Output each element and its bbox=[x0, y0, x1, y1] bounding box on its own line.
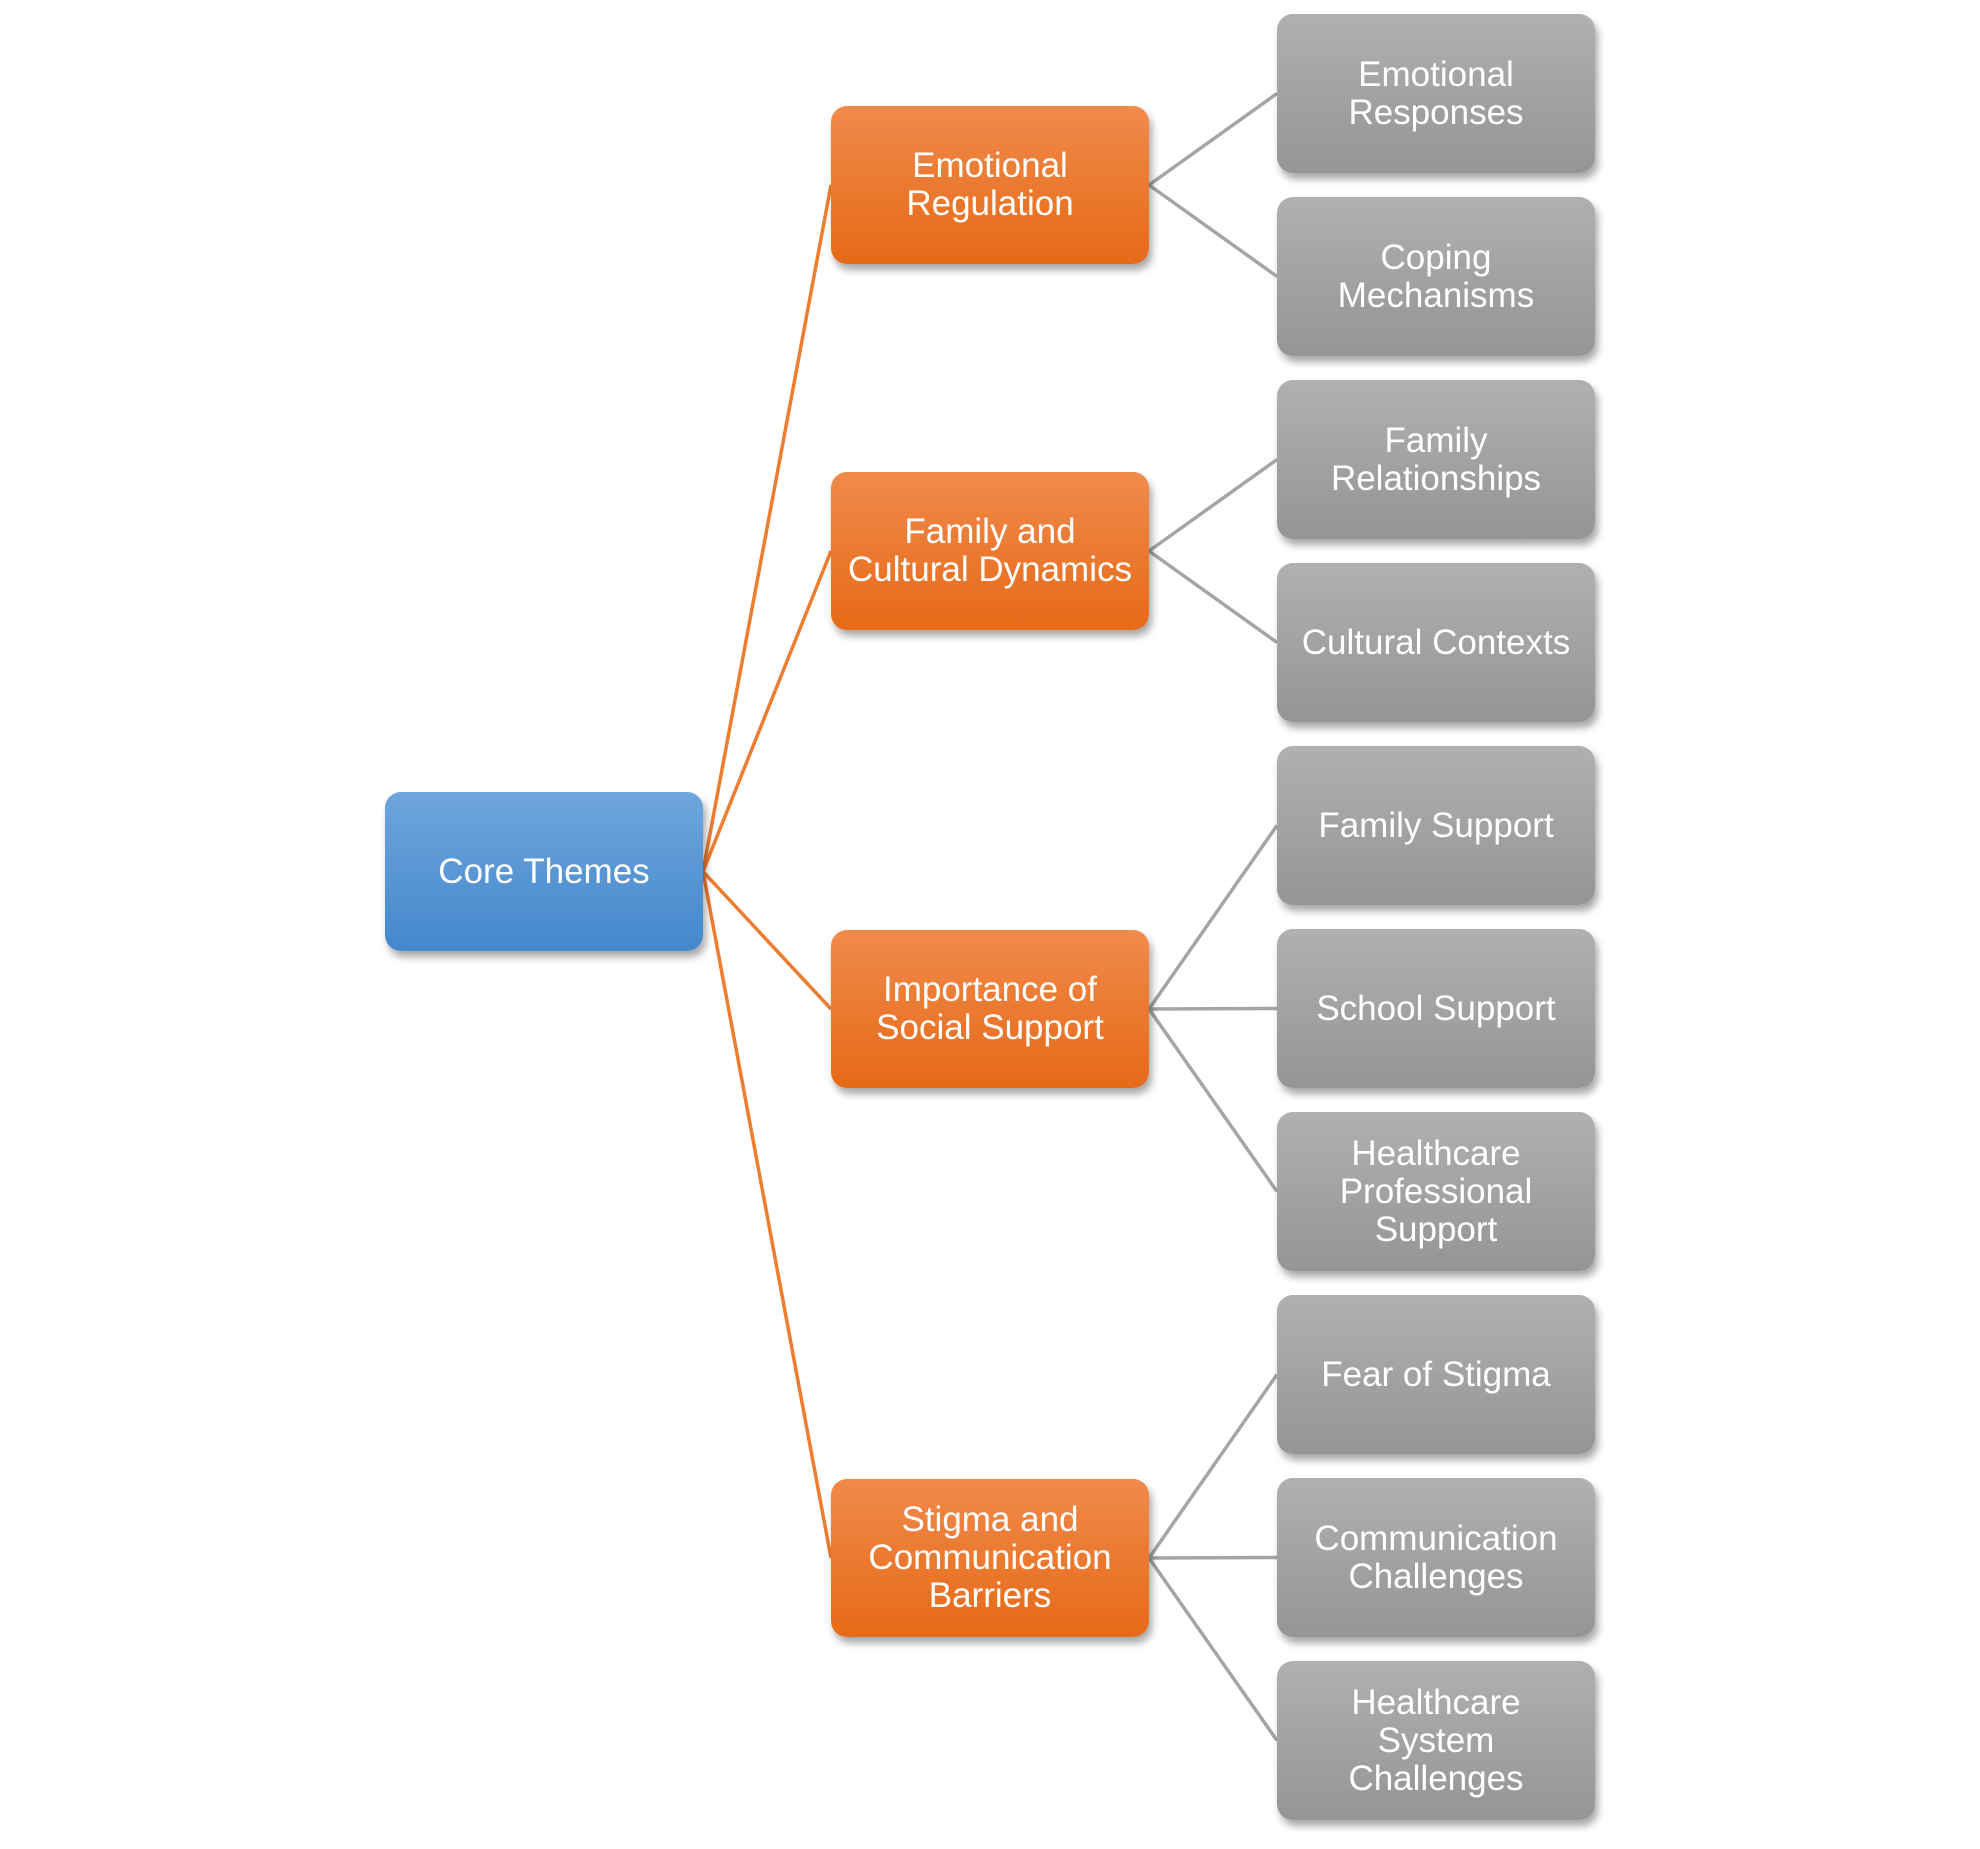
subtheme-node-healthcare-professional-support[interactable]: Healthcare Professional Support bbox=[1277, 1112, 1595, 1271]
subtheme-node-communication-challenges[interactable]: Communication Challenges bbox=[1277, 1478, 1595, 1637]
subtheme-node-label: Healthcare Professional Support bbox=[1339, 1133, 1533, 1249]
root-node-core-themes[interactable]: Core Themes bbox=[385, 792, 703, 951]
subtheme-node-label: Cultural Contexts bbox=[1301, 622, 1571, 662]
connector-theme-to-subtheme bbox=[1147, 183, 1279, 278]
connector-theme-to-subtheme bbox=[1147, 1373, 1279, 1560]
connector-theme-to-subtheme bbox=[1148, 1555, 1278, 1560]
theme-node-label: Importance of Social Support bbox=[876, 970, 1104, 1047]
subtheme-node-school-support[interactable]: School Support bbox=[1277, 929, 1595, 1088]
subtheme-node-cultural-contexts[interactable]: Cultural Contexts bbox=[1277, 563, 1595, 722]
theme-node-social-support[interactable]: Importance of Social Support bbox=[831, 930, 1149, 1088]
theme-node-label: Stigma and Communication Barriers bbox=[868, 1500, 1112, 1615]
connector-theme-to-subtheme bbox=[1147, 92, 1279, 187]
subtheme-node-family-relationships[interactable]: Family Relationships bbox=[1277, 380, 1595, 539]
subtheme-node-label: Healthcare System Challenges bbox=[1348, 1682, 1524, 1798]
theme-node-stigma-communication[interactable]: Stigma and Communication Barriers bbox=[831, 1479, 1149, 1637]
subtheme-node-coping-mechanisms[interactable]: Coping Mechanisms bbox=[1277, 197, 1595, 356]
root-node-label: Core Themes bbox=[438, 851, 650, 891]
subtheme-node-label: Coping Mechanisms bbox=[1337, 237, 1535, 315]
connector-root-to-theme bbox=[701, 871, 833, 1559]
theme-node-label: Family and Cultural Dynamics bbox=[848, 512, 1132, 589]
subtheme-node-label: School Support bbox=[1316, 988, 1556, 1028]
theme-node-family-cultural-dynamics[interactable]: Family and Cultural Dynamics bbox=[831, 472, 1149, 630]
subtheme-node-label: Communication Challenges bbox=[1314, 1518, 1558, 1596]
subtheme-node-label: Family Relationships bbox=[1330, 420, 1542, 498]
subtheme-node-label: Emotional Responses bbox=[1348, 54, 1524, 132]
connector-root-to-theme bbox=[701, 550, 833, 873]
subtheme-node-fear-of-stigma[interactable]: Fear of Stigma bbox=[1277, 1295, 1595, 1454]
subtheme-node-family-support[interactable]: Family Support bbox=[1277, 746, 1595, 905]
connector-theme-to-subtheme bbox=[1147, 1556, 1279, 1742]
connector-theme-to-subtheme bbox=[1147, 1007, 1279, 1193]
subtheme-node-healthcare-system-challenges[interactable]: Healthcare System Challenges bbox=[1277, 1661, 1595, 1820]
subtheme-node-label: Fear of Stigma bbox=[1321, 1354, 1551, 1394]
connector-root-to-theme bbox=[701, 184, 833, 872]
connector-theme-to-subtheme bbox=[1147, 549, 1279, 644]
connector-theme-to-subtheme bbox=[1148, 1006, 1278, 1011]
theme-node-emotional-regulation[interactable]: Emotional Regulation bbox=[831, 106, 1149, 264]
subtheme-node-label: Family Support bbox=[1318, 805, 1554, 845]
connector-theme-to-subtheme bbox=[1147, 458, 1279, 553]
connector-root-to-theme bbox=[701, 870, 833, 1011]
subtheme-node-emotional-responses[interactable]: Emotional Responses bbox=[1277, 14, 1595, 173]
connector-theme-to-subtheme bbox=[1147, 824, 1279, 1011]
theme-node-label: Emotional Regulation bbox=[906, 146, 1074, 223]
